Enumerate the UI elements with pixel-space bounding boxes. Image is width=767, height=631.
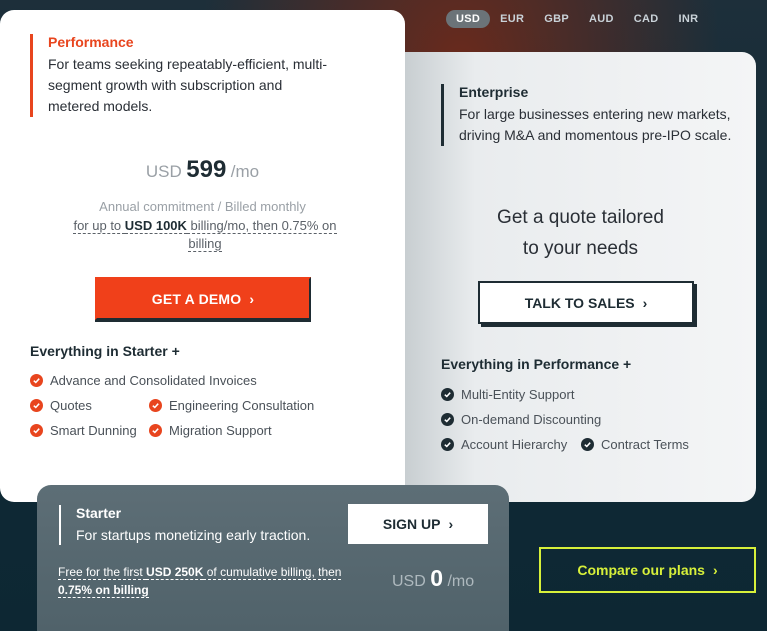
currency-switcher: USD EUR GBP AUD CAD INR <box>446 10 708 28</box>
performance-description: For teams seeking repeatably-efficient, … <box>48 56 328 114</box>
performance-plan-card: Performance For teams seeking repeatably… <box>0 10 405 502</box>
check-circle-icon <box>149 399 162 412</box>
sign-up-button[interactable]: SIGN UP › <box>348 504 488 544</box>
feature-label: Migration Support <box>169 423 272 438</box>
performance-header: Performance For teams seeking repeatably… <box>30 34 330 117</box>
starter-plan-card: Starter For startups monetizing early tr… <box>37 485 509 631</box>
price-period: /mo <box>230 162 260 181</box>
free-suffix: of cumulative billing, then <box>203 565 342 580</box>
free-prefix: Free for the first <box>58 565 147 580</box>
feature-label: On-demand Discounting <box>461 412 602 427</box>
commitment-note: Annual commitment / Billed monthly <box>99 199 306 214</box>
quote-line-1: Get a quote tailored <box>497 207 664 228</box>
check-circle-icon <box>581 438 594 451</box>
enterprise-header: Enterprise For large businesses entering… <box>441 84 741 146</box>
chevron-right-icon: › <box>712 562 718 578</box>
compare-plans-button[interactable]: Compare our plans › <box>539 547 756 593</box>
price-currency: USD <box>145 162 182 181</box>
free-line-2: 0.75% on billing <box>58 583 149 598</box>
enterprise-features-title: Everything in Performance + <box>441 356 632 372</box>
billing-note: for up to USD 100K billing/mo, then 0.75… <box>60 217 350 253</box>
feature-item: Smart Dunning <box>30 423 137 438</box>
enterprise-description: For large businesses entering new market… <box>459 106 732 143</box>
feature-item: Multi-Entity Support <box>441 387 574 402</box>
chevron-right-icon: › <box>249 290 255 307</box>
feature-item: Advance and Consolidated Invoices <box>30 373 257 388</box>
quote-text: Get a quote tailored to your needs <box>405 202 756 264</box>
check-circle-icon <box>441 438 454 451</box>
currency-usd[interactable]: USD <box>446 10 491 28</box>
check-circle-icon <box>30 424 43 437</box>
talk-to-sales-label: TALK TO SALES <box>524 294 635 311</box>
feature-item: Migration Support <box>149 423 272 438</box>
talk-to-sales-button[interactable]: TALK TO SALES › <box>478 281 694 324</box>
feature-item: Quotes <box>30 398 92 413</box>
currency-eur[interactable]: EUR <box>490 10 534 28</box>
feature-label: Quotes <box>50 398 92 413</box>
feature-label: Advance and Consolidated Invoices <box>50 373 257 388</box>
performance-features-title: Everything in Starter + <box>30 343 180 359</box>
currency-gbp[interactable]: GBP <box>534 10 579 28</box>
check-circle-icon <box>30 399 43 412</box>
starter-description: For startups monetizing early traction. <box>76 527 311 543</box>
enterprise-title: Enterprise <box>459 84 529 100</box>
billing-prefix: for up to <box>73 218 125 234</box>
starter-price: USD 0 /mo <box>392 565 474 592</box>
feature-item: Contract Terms <box>581 437 689 452</box>
currency-aud[interactable]: AUD <box>579 10 624 28</box>
billing-suffix: billing/mo, then 0.75% on billing <box>186 218 337 252</box>
starter-billing-note: Free for the first USD 250K of cumulativ… <box>58 563 368 599</box>
price-currency: USD <box>392 573 426 590</box>
check-circle-icon <box>149 424 162 437</box>
feature-item: On-demand Discounting <box>441 412 601 427</box>
currency-inr[interactable]: INR <box>668 10 708 28</box>
get-a-demo-button[interactable]: GET A DEMO › <box>95 277 311 320</box>
price-amount: 599 <box>186 156 227 183</box>
check-circle-icon <box>441 413 454 426</box>
quote-line-2: to your needs <box>522 238 639 259</box>
starter-title: Starter <box>76 505 122 521</box>
free-limit: USD 250K <box>146 565 204 580</box>
enterprise-plan-card: Enterprise For large businesses entering… <box>405 52 756 502</box>
feature-label: Contract Terms <box>601 437 689 452</box>
feature-item: Engineering Consultation <box>149 398 314 413</box>
get-a-demo-label: GET A DEMO <box>151 290 242 307</box>
check-circle-icon <box>441 388 454 401</box>
chevron-right-icon: › <box>642 294 648 311</box>
sign-up-label: SIGN UP <box>382 516 441 532</box>
feature-label: Engineering Consultation <box>169 398 315 413</box>
check-circle-icon <box>30 374 43 387</box>
chevron-right-icon: › <box>448 516 454 532</box>
feature-label: Account Hierarchy <box>461 437 568 452</box>
currency-cad[interactable]: CAD <box>624 10 669 28</box>
price-period: /mo <box>447 573 475 590</box>
performance-title: Performance <box>48 34 134 50</box>
feature-label: Multi-Entity Support <box>461 387 575 402</box>
performance-price: USD 599 /mo <box>0 156 405 184</box>
compare-plans-label: Compare our plans <box>577 562 705 578</box>
starter-header: Starter For startups monetizing early tr… <box>59 505 310 545</box>
feature-label: Smart Dunning <box>50 423 137 438</box>
price-amount: 0 <box>430 565 444 591</box>
feature-item: Account Hierarchy <box>441 437 567 452</box>
billing-limit: USD 100K <box>124 218 187 234</box>
